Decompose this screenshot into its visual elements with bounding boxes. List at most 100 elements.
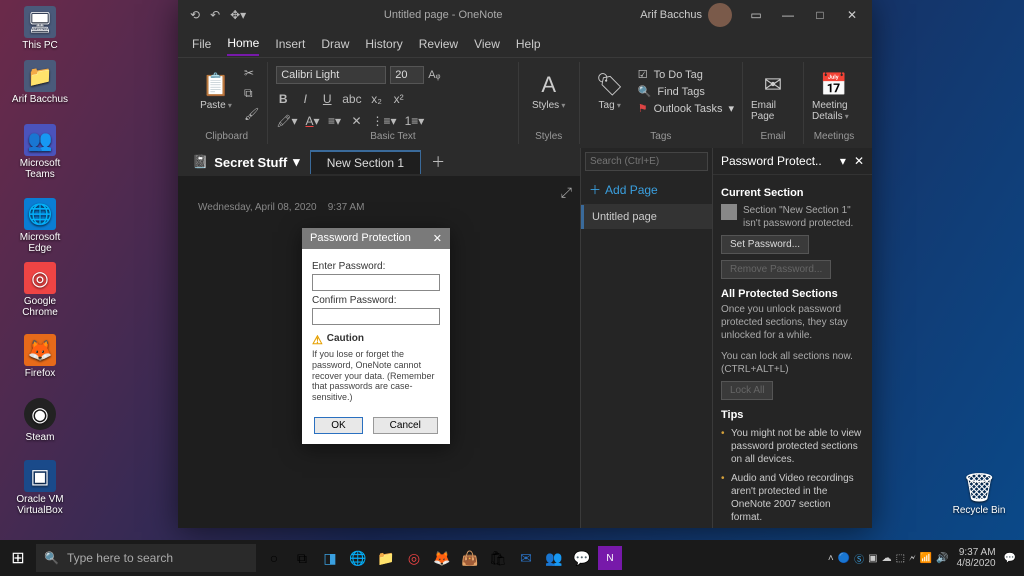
dialog-close-icon[interactable]: ✕ [433,232,442,245]
taskbar-app-icon[interactable]: 🌐 [346,546,370,570]
set-password-button[interactable]: Set Password... [721,235,809,254]
back-icon[interactable]: ⟲ [190,8,200,22]
tab-home[interactable]: Home [227,32,259,56]
bullets-button[interactable]: ⋮≡▾ [372,114,397,128]
tray-power-icon[interactable]: 🗲 [909,553,916,564]
cortana-icon[interactable]: ○ [262,546,286,570]
password-protect-pane: Password Protect.. ▾ ✕ Current Section S… [712,148,872,528]
notifications-icon[interactable]: 💬 [1004,553,1016,564]
ok-button[interactable]: OK [314,417,362,434]
todo-tag-button[interactable]: ☑To Do Tag [638,68,734,81]
section-tab[interactable]: New Section 1 [310,150,421,174]
taskbar-app-icon[interactable]: 👜 [458,546,482,570]
tab-insert[interactable]: Insert [275,33,305,55]
desktop-icon-teams[interactable]: 👥Microsoft Teams [10,124,70,180]
desktop-icon-this-pc[interactable]: 🖥This PC [10,6,70,51]
tray-icon[interactable]: ⬚ [896,553,905,564]
superscript-button[interactable]: x² [392,92,406,106]
cut-icon[interactable]: ✂ [244,66,259,80]
meeting-icon: 📅 [820,72,847,98]
taskbar-app-icon[interactable]: ✉ [514,546,538,570]
desktop-icon-user-folder[interactable]: 📁Arif Bacchus [10,60,70,105]
tray-icon[interactable]: ▣ [868,553,877,564]
desktop-icon-steam[interactable]: ◉Steam [10,398,70,443]
align-button[interactable]: ≡▾ [328,114,342,128]
unlock-note-text: Once you unlock password protected secti… [721,303,864,342]
search-input[interactable] [590,156,722,167]
desktop-icon-firefox[interactable]: 🦊Firefox [10,334,70,379]
taskbar-app-icon[interactable]: 🛍 [486,546,510,570]
start-button[interactable]: ⊞ [0,540,36,576]
expand-icon[interactable]: ⤢ [561,184,572,201]
meeting-details-button[interactable]: 📅Meeting Details [812,66,856,122]
desktop-icon-recycle-bin[interactable]: 🗑Recycle Bin [949,471,1009,516]
desktop-icon-virtualbox[interactable]: ▣Oracle VM VirtualBox [10,460,70,516]
close-button[interactable]: ✕ [838,1,866,29]
taskbar-search[interactable]: 🔍Type here to search [36,544,256,572]
tab-file[interactable]: File [192,33,211,55]
subscript-button[interactable]: x₂ [370,92,384,106]
group-meetings-label: Meetings [814,131,855,144]
desktop-icon-edge[interactable]: 🌐Microsoft Edge [10,198,70,254]
undo-icon[interactable]: ↶ [210,8,220,22]
clear-button[interactable]: ✕ [350,114,364,128]
font-name-select[interactable] [276,66,386,84]
desktop-icon-chrome[interactable]: ◎Google Chrome [10,262,70,318]
minimize-button[interactable]: — [774,1,802,29]
touch-mode-icon[interactable]: ✥▾ [230,8,246,22]
tips-heading: Tips [721,409,864,421]
tab-review[interactable]: Review [419,33,458,55]
bold-button[interactable]: B [276,92,290,106]
cancel-button[interactable]: Cancel [373,417,438,434]
email-page-button[interactable]: ✉Email Page [751,66,795,122]
tray-skype-icon[interactable]: Ⓢ [854,551,864,566]
italic-button[interactable]: I [298,92,312,106]
tray-volume-icon[interactable]: 🔊 [936,553,948,564]
taskbar-app-icon[interactable]: 📁 [374,546,398,570]
tab-help[interactable]: Help [516,33,541,55]
firefox-icon: 🦊 [24,334,56,366]
taskbar-app-icon[interactable]: ◨ [318,546,342,570]
find-tags-button[interactable]: 🔍Find Tags [638,85,734,98]
font-color-button[interactable]: A▾ [306,114,320,128]
font-size-select[interactable] [390,66,424,84]
pane-close-icon[interactable]: ✕ [854,154,864,168]
tag-button[interactable]: 🏷Tag [588,66,632,111]
highlight-button[interactable]: 🖍▾ [276,114,297,128]
search-box[interactable]: 🔍▾ [585,152,708,171]
tab-draw[interactable]: Draw [321,33,349,55]
page-list-item[interactable]: Untitled page [581,205,712,229]
tray-onedrive-icon[interactable]: ☁ [882,553,892,564]
pane-menu-chevron-icon[interactable]: ▾ [840,154,846,168]
copy-icon[interactable]: ⧉ [244,86,259,101]
strikethrough-button[interactable]: abc [342,92,361,106]
ribbon-options-icon[interactable]: ▭ [742,1,770,29]
tray-chevron-icon[interactable]: ˄ [828,553,834,564]
confirm-password-input[interactable] [312,308,440,325]
maximize-button[interactable]: □ [806,1,834,29]
taskbar-app-icon[interactable]: ◎ [402,546,426,570]
outlook-tasks-button[interactable]: ⚑Outlook Tasks ▾ [638,102,734,115]
tab-view[interactable]: View [474,33,500,55]
task-view-icon[interactable]: ⧉ [290,546,314,570]
clear-formatting-icon[interactable]: Aᵩ [428,69,440,81]
taskbar-clock[interactable]: 9:37 AM4/8/2020 [957,547,996,569]
taskbar-app-icon[interactable]: 🦊 [430,546,454,570]
taskbar-app-icon[interactable]: 👥 [542,546,566,570]
styles-button[interactable]: AStyles [527,66,571,111]
tray-icon[interactable]: 🔵 [838,553,850,564]
paste-button[interactable]: 📋Paste [194,66,238,111]
monitor-icon: 🖥 [24,6,56,38]
add-page-button[interactable]: ＋Add Page [581,175,712,205]
tab-history[interactable]: History [365,33,402,55]
taskbar-app-icon[interactable]: 💬 [570,546,594,570]
numbering-button[interactable]: 1≡▾ [405,114,425,128]
taskbar-app-icon[interactable]: N [598,546,622,570]
notebook-selector[interactable]: 📓Secret Stuff ▾ [182,154,310,170]
tray-wifi-icon[interactable]: 📶 [920,553,932,564]
format-painter-icon[interactable]: 🖌 [244,107,259,121]
underline-button[interactable]: U [320,92,334,106]
enter-password-input[interactable] [312,274,440,291]
add-section-button[interactable]: ＋ [421,148,455,176]
account-button[interactable]: Arif Bacchus [640,3,732,27]
